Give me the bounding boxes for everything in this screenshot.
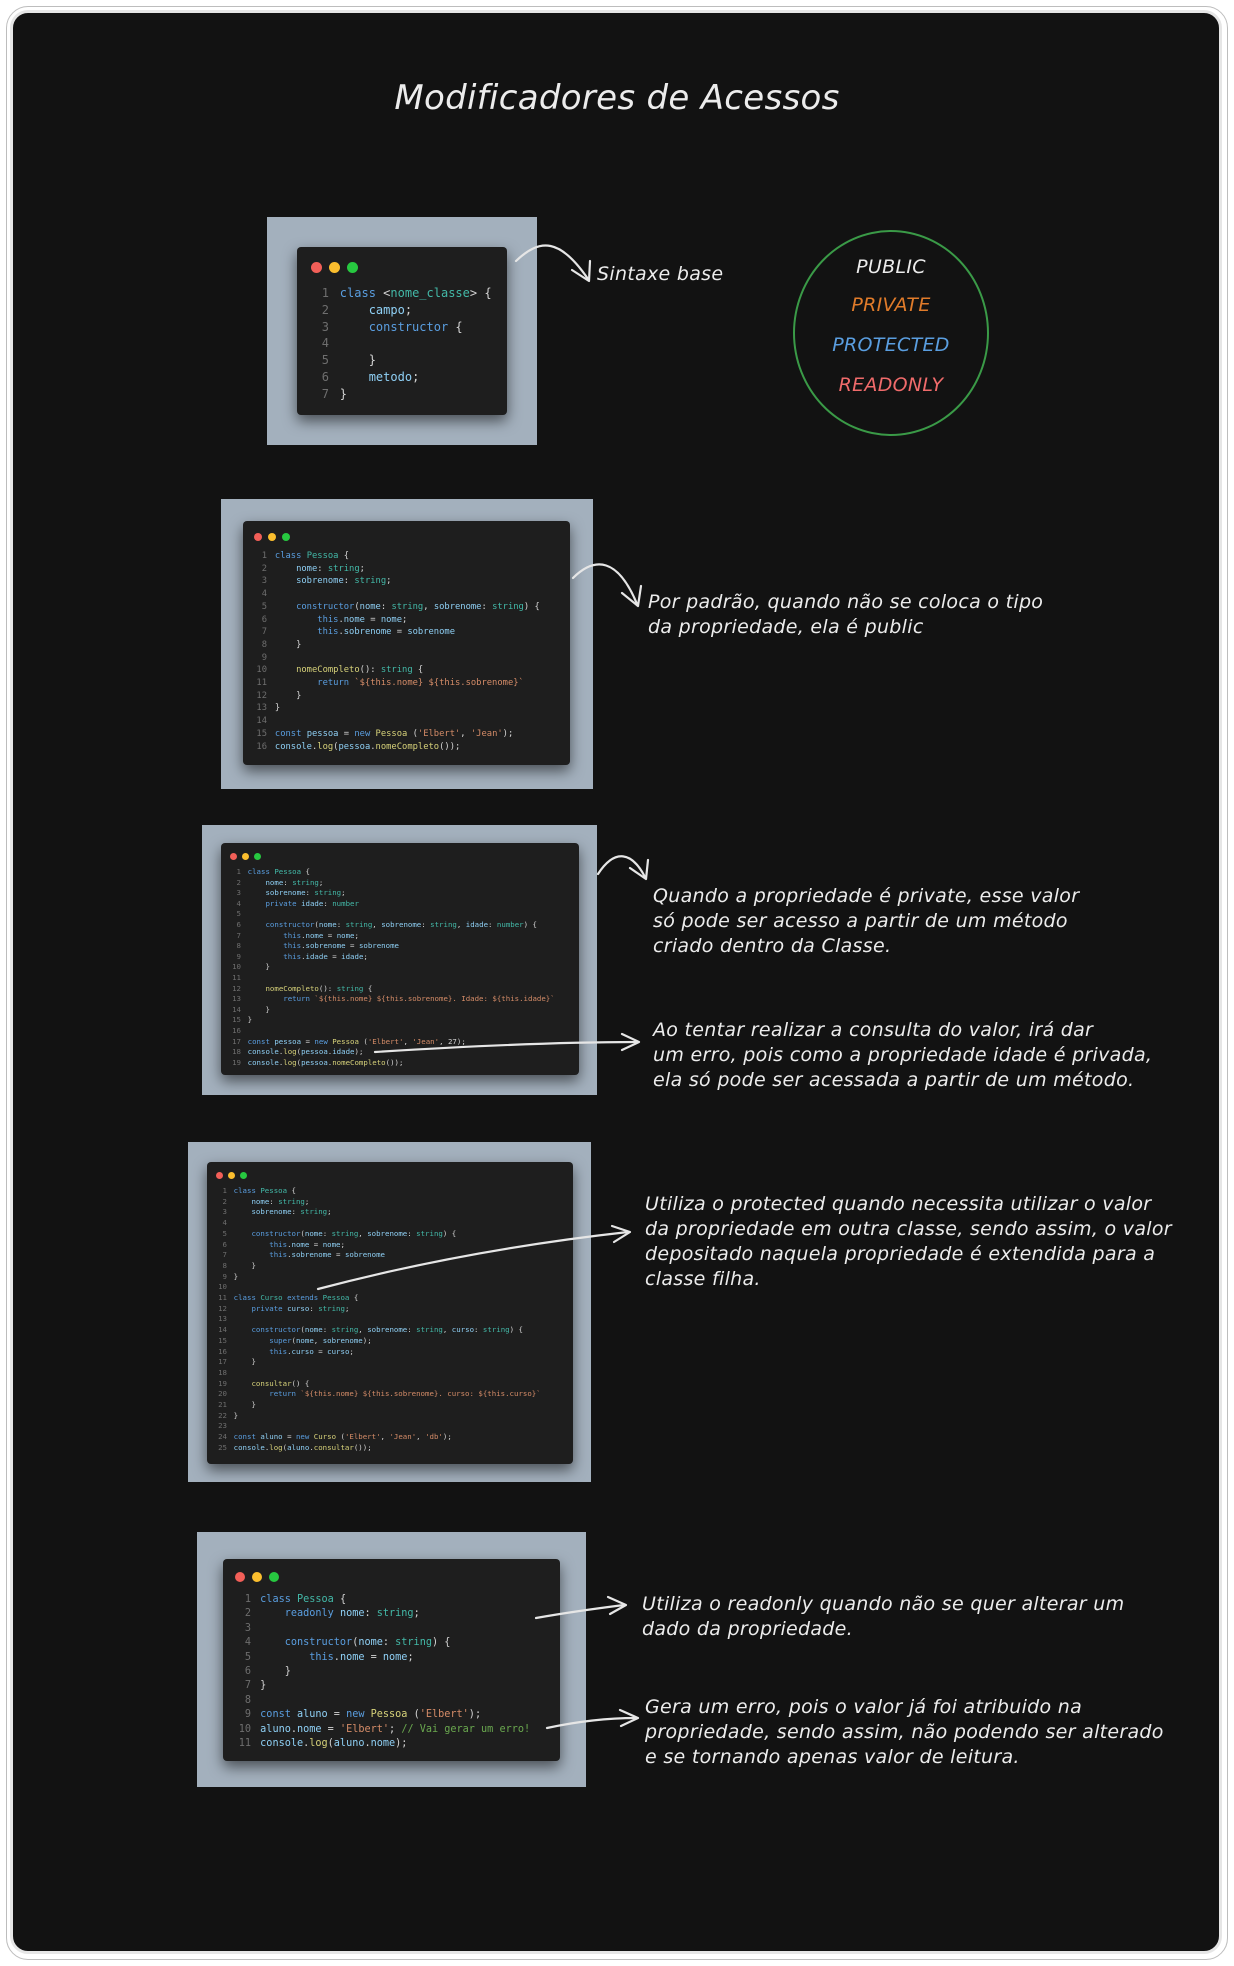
arrowhead-private xyxy=(628,858,650,881)
arrow-readonly xyxy=(534,1603,626,1620)
arrowhead-public xyxy=(620,584,643,608)
arrow-private-error xyxy=(373,1040,640,1054)
arrows-layer xyxy=(316,244,650,1730)
arrow-readonly-error xyxy=(545,1716,638,1730)
arrow-protected xyxy=(316,1230,630,1291)
